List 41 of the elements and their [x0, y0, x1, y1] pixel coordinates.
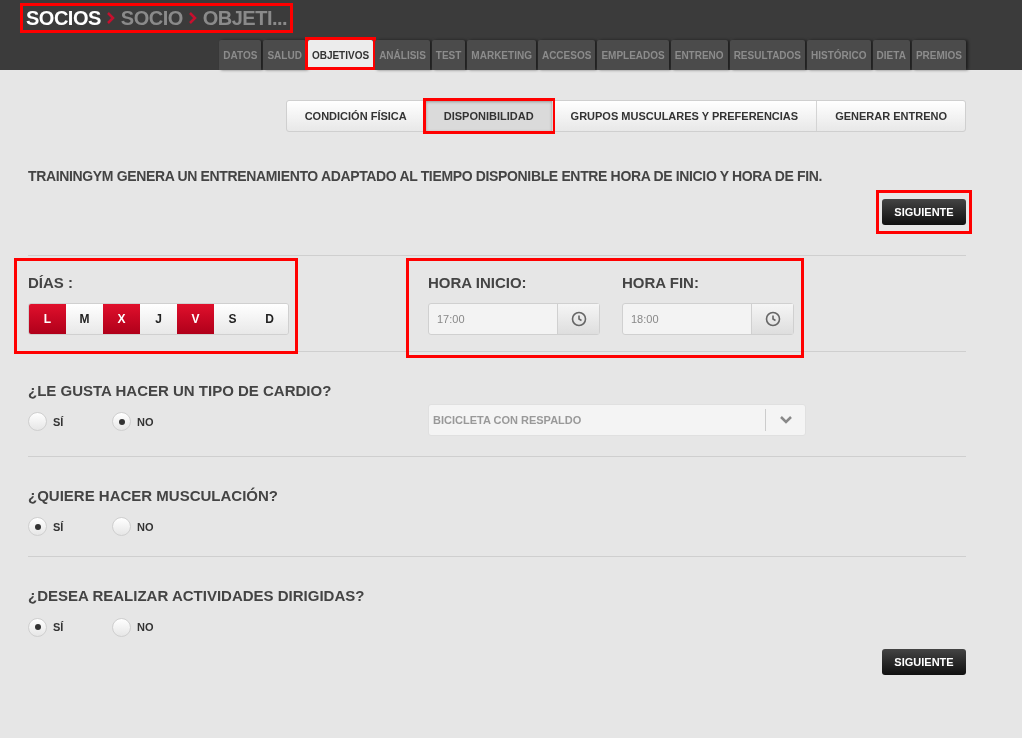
- next-button[interactable]: SIGUIENTE: [882, 649, 966, 675]
- nav-tab[interactable]: OBJETIVOS: [307, 40, 374, 70]
- dropdown-value: BICICLETA CON RESPALDO: [432, 412, 583, 428]
- radio-option[interactable]: NO: [112, 617, 172, 637]
- field-label: HORA INICIO:: [428, 273, 528, 294]
- radio-option[interactable]: NO: [112, 412, 172, 432]
- intro-text: TRAININGYM GENERA UN ENTRENAMIENTO ADAPTADO AL TIEMPO DISPONIBLE ENTRE HORA DE INICIO Y HORA DE FIN.: [28, 167, 824, 186]
- radio-option[interactable]: SÍ: [28, 412, 88, 432]
- question-text: ¿DESEA REALIZAR ACTIVIDADES DIRIGIDAS?: [28, 586, 366, 607]
- day-toggle[interactable]: X: [103, 303, 140, 334]
- subtab[interactable]: GENERAR ENTRENO: [817, 101, 965, 131]
- question-text: ¿LE GUSTA HACER UN TIPO DE CARDIO?: [28, 380, 333, 401]
- day-toggle[interactable]: J: [140, 303, 177, 334]
- radio-button[interactable]: [112, 412, 131, 432]
- day-toggle[interactable]: L: [29, 303, 66, 334]
- radio-button[interactable]: [112, 617, 131, 637]
- radio-option[interactable]: NO: [112, 517, 172, 537]
- days-label: DÍAS :: [28, 273, 74, 294]
- radio-button[interactable]: [112, 517, 131, 537]
- radio-button[interactable]: [28, 617, 47, 637]
- radio-option[interactable]: SÍ: [28, 617, 88, 637]
- chevron-icon: [106, 12, 115, 24]
- clock-icon[interactable]: [557, 303, 599, 334]
- subtab[interactable]: DISPONIBILIDAD: [425, 101, 552, 131]
- radio-option[interactable]: SÍ: [28, 517, 88, 537]
- field-label: HORA FIN:: [622, 273, 700, 294]
- field-value: 18:00: [630, 311, 660, 327]
- radio-button[interactable]: [28, 412, 47, 432]
- field-value: 17:00: [436, 311, 466, 327]
- day-toggle[interactable]: S: [214, 303, 251, 334]
- question-text: ¿QUIERE HACER MUSCULACIÓN?: [28, 485, 279, 506]
- breadcrumb-link[interactable]: SOCIOS: [26, 3, 101, 33]
- day-toggle[interactable]: M: [66, 303, 103, 334]
- next-button[interactable]: SIGUIENTE: [882, 199, 966, 226]
- day-toggle[interactable]: V: [177, 303, 214, 334]
- subtab[interactable]: GRUPOS MUSCULARES Y PREFERENCIAS: [552, 101, 817, 131]
- day-toggle[interactable]: D: [251, 303, 288, 334]
- subtab[interactable]: CONDICIÓN FÍSICA: [286, 101, 425, 131]
- chevron-icon: [188, 12, 197, 24]
- radio-button[interactable]: [28, 517, 47, 537]
- clock-icon[interactable]: [751, 303, 793, 334]
